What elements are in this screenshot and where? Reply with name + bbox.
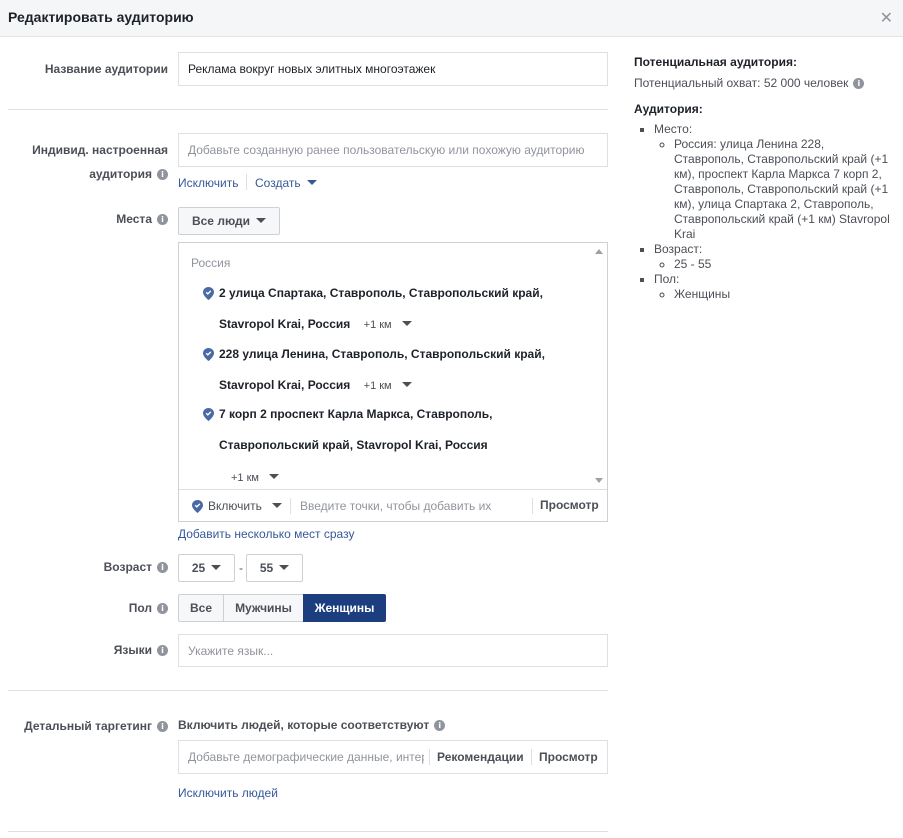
chevron-down-icon [401,382,412,387]
chevron-down-icon [401,321,412,326]
info-icon[interactable]: i [157,562,168,573]
info-icon[interactable]: i [157,645,168,656]
places-scrollbar[interactable] [590,243,607,489]
close-icon[interactable]: ✕ [880,8,893,28]
places-search-input[interactable]: Введите точки, чтобы добавить их [300,499,491,513]
chevron-down-icon [279,565,290,570]
chevron-down-icon [271,503,282,508]
places-box: Россия 2 улица Спартака, Ставрополь, Ста… [178,242,608,522]
chevron-down-icon [268,474,279,479]
audience-gender-value: Женщины [674,287,896,302]
detailed-targeting-label: Детальный таргетинг i [24,719,168,733]
audience-name-input[interactable]: Реклама вокруг новых элитных многоэтажек [178,52,608,86]
audience-list: Место: Россия: улица Ленина 228, Ставроп… [634,122,896,302]
location-line: Stavropol Krai, Россия +1 км [219,317,412,331]
input-separator [429,749,430,765]
section-divider [8,831,608,832]
location-pin-icon [203,348,214,361]
audience-place: Место: Россия: улица Ленина 228, Ставроп… [654,122,896,242]
chevron-down-icon [211,565,222,570]
country-label: Россия [191,256,231,270]
info-icon[interactable]: i [157,603,168,614]
detailed-browse-button[interactable]: Просмотр [539,750,598,764]
chevron-down-icon [256,218,267,223]
section-divider [8,109,608,110]
location-pin-icon [203,287,214,300]
location-line: 2 улица Спартака, Ставрополь, Ставрополь… [219,286,543,300]
radius-dropdown[interactable]: +1 км [364,319,412,331]
section-divider [8,690,608,691]
scroll-up-icon[interactable] [595,249,603,254]
places-label: Места i [116,212,168,226]
exclude-people-link[interactable]: Исключить людей [178,786,278,800]
create-link[interactable]: Создать [255,176,317,190]
gender-all-button[interactable]: Все [178,594,224,622]
exclude-link[interactable]: Исключить [178,176,238,190]
gender-female-button[interactable]: Женщины [303,594,386,622]
dialog-header: Редактировать аудиторию ✕ [0,0,903,37]
places-audience-dropdown[interactable]: Все люди [178,207,280,235]
custom-audience-input[interactable]: Добавьте созданную ранее пользовательску… [178,133,608,167]
info-icon[interactable]: i [434,720,446,731]
link-separator [246,174,247,190]
audience-age: Возраст: 25 - 55 [654,242,896,272]
info-icon[interactable]: i [157,169,168,180]
detailed-include-text: Включить людей, которые соответствуют i [178,718,446,732]
scroll-down-icon[interactable] [595,478,603,483]
gender-label: Пол i [129,601,168,615]
audience-summary-panel: Потенциальная аудитория: Потенциальный о… [634,55,896,302]
languages-input[interactable]: Укажите язык... [178,634,608,667]
audience-age-value: 25 - 55 [674,257,896,272]
radius-dropdown[interactable]: +1 км [231,472,279,484]
location-pin-icon [192,500,203,513]
location-line: 228 улица Ленина, Ставрополь, Ставрополь… [219,347,545,361]
footer-separator [532,498,533,514]
custom-audience-label: Индивид. настроенная аудитория i [32,143,168,181]
age-min-dropdown[interactable]: 25 [178,554,235,582]
info-icon[interactable]: i [853,78,865,89]
include-dropdown[interactable]: Включить [208,499,282,513]
location-line: Ставропольский край, Stavropol Krai, Рос… [219,438,488,452]
info-icon[interactable]: i [157,214,168,225]
languages-label: Языки i [114,643,168,657]
age-label: Возраст i [104,560,168,574]
potential-audience-title: Потенциальная аудитория: [634,55,797,69]
recommendations-button[interactable]: Рекомендации [437,750,524,764]
location-line: 7 корп 2 проспект Карла Маркса, Ставропо… [219,407,493,421]
places-list: Россия 2 улица Спартака, Ставрополь, Ста… [179,243,589,489]
places-footer: Включить Введите точки, чтобы добавить и… [179,489,607,521]
add-bulk-places-link[interactable]: Добавить несколько мест сразу [178,527,354,541]
info-icon[interactable]: i [157,721,168,732]
radius-dropdown[interactable]: +1 км [364,380,412,392]
location-radius-row: +1 км [221,470,279,484]
location-line: Stavropol Krai, Россия +1 км [219,378,412,392]
dialog-title: Редактировать аудиторию [8,9,194,25]
audience-title: Аудитория: [634,102,703,116]
location-pin-icon [203,408,214,421]
audience-place-value: Россия: улица Ленина 228, Ставрополь, Ст… [674,137,896,242]
age-max-dropdown[interactable]: 55 [246,554,303,582]
audience-gender: Пол: Женщины [654,272,896,302]
gender-male-button[interactable]: Мужчины [223,594,304,622]
chevron-down-icon [306,180,317,185]
potential-reach: Потенциальный охват: 52 000 человек i [634,76,896,90]
audience-name-label: Название аудитории [44,62,168,76]
input-separator [531,749,532,765]
footer-separator [290,498,291,514]
age-dash: - [239,561,243,575]
places-browse-button[interactable]: Просмотр [540,498,599,512]
